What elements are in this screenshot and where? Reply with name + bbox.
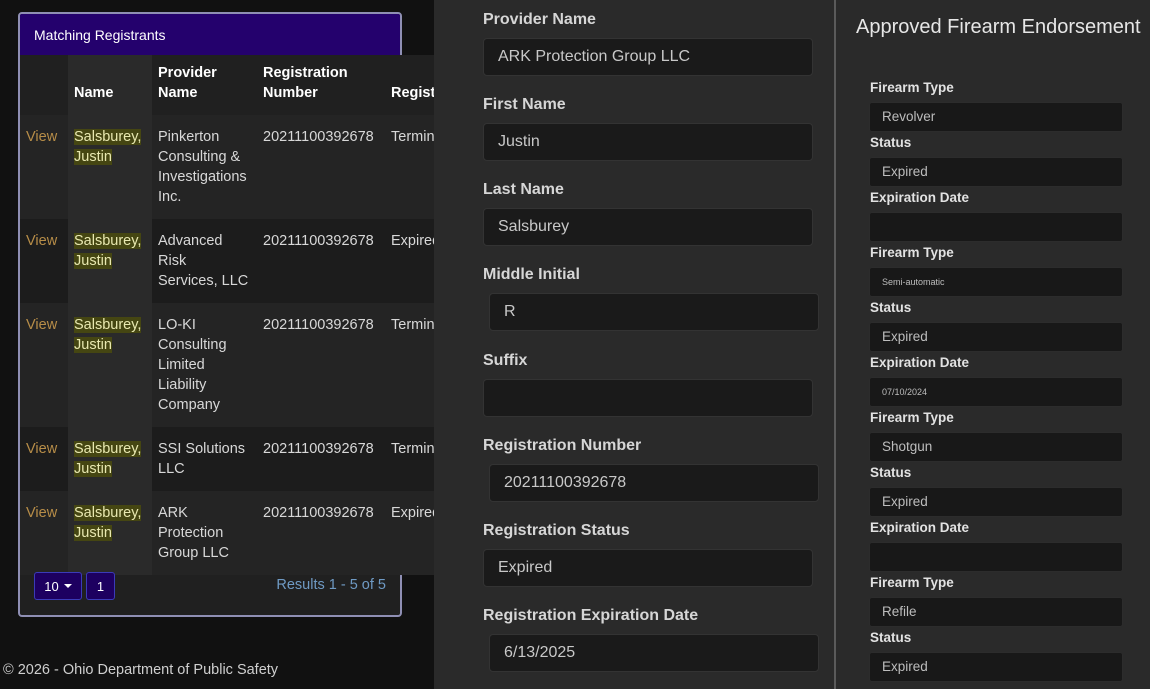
firearm-type-label: Firearm Type (870, 410, 954, 425)
status-field[interactable]: Expired (869, 157, 1123, 187)
column-header-name[interactable]: Name (68, 55, 152, 115)
status-field[interactable]: Expired (869, 322, 1123, 352)
panel-title: Matching Registrants (20, 14, 400, 55)
provider-name: SSI Solutions LLC (152, 427, 257, 491)
provider-name-label: Provider Name (483, 11, 596, 28)
registration-number-field[interactable]: 20211100392678 (489, 464, 819, 502)
status-field[interactable]: Expired (869, 487, 1123, 517)
table-header-row: Name Provider Name Registration Number R… (20, 55, 459, 115)
firearm-type-field[interactable]: Semi-automatic (869, 267, 1123, 297)
provider-name-field[interactable]: ARK Protection Group LLC (483, 38, 813, 76)
status-label: Status (870, 465, 912, 480)
provider-name: LO-KI Consulting Limited Liability Compa… (152, 303, 257, 427)
view-link[interactable]: View (26, 317, 57, 333)
view-link[interactable]: View (26, 233, 57, 249)
registration-expiration-field[interactable]: 6/13/2025 (489, 634, 819, 672)
registration-number: 20211100392678 (257, 427, 385, 491)
matching-registrants-panel: Matching Registrants Name Provider Name … (18, 12, 459, 617)
table-row: View Salsburey, Justin Advanced Risk Ser… (20, 219, 459, 303)
registration-expiration-label: Registration Expiration Date (483, 607, 699, 624)
suffix-field[interactable] (483, 379, 813, 417)
provider-name: Advanced Risk Services, LLC (152, 219, 257, 303)
registrants-table: Name Provider Name Registration Number R… (20, 55, 459, 575)
status-label: Status (870, 630, 912, 645)
last-name-field[interactable]: Salsburey (483, 208, 813, 246)
firearm-type-field[interactable]: Refile (869, 597, 1123, 627)
page-size-dropdown[interactable]: 10 (34, 572, 82, 600)
expiration-date-label: Expiration Date (870, 355, 970, 370)
middle-initial-field[interactable]: R (489, 293, 819, 331)
table-row: View Salsburey, Justin ARK Protection Gr… (20, 491, 459, 575)
registrant-name: Salsburey, Justin (74, 505, 142, 541)
table-row: View Salsburey, Justin SSI Solutions LLC… (20, 427, 459, 491)
table-wrap: Name Provider Name Registration Number R… (20, 55, 459, 575)
table-row: View Salsburey, Justin Pinkerton Consult… (20, 115, 459, 219)
registration-number: 20211100392678 (257, 491, 385, 575)
expiration-date-field[interactable] (869, 542, 1123, 572)
first-name-label: First Name (483, 96, 566, 113)
results-count: Results 1 - 5 of 5 (276, 577, 386, 593)
table-row: View Salsburey, Justin LO-KI Consulting … (20, 303, 459, 427)
firearm-endorsement-panel: Approved Firearm Endorsement Firearm Typ… (836, 0, 1150, 689)
provider-name: Pinkerton Consulting & Investigations In… (152, 115, 257, 219)
registration-status-field[interactable]: Expired (483, 549, 813, 587)
view-link[interactable]: View (26, 129, 57, 145)
firearm-type-label: Firearm Type (870, 575, 954, 590)
column-header-provider[interactable]: Provider Name (152, 55, 257, 115)
registrant-name: Salsburey, Justin (74, 317, 142, 353)
firearm-type-label: Firearm Type (870, 245, 954, 260)
page-size-value: 10 (44, 578, 59, 594)
caret-down-icon (63, 584, 72, 588)
expiration-date-label: Expiration Date (870, 190, 970, 205)
endorsement-title: Approved Firearm Endorsement (856, 16, 1141, 38)
registration-number: 20211100392678 (257, 219, 385, 303)
last-name-label: Last Name (483, 181, 564, 198)
registration-number: 20211100392678 (257, 115, 385, 219)
registration-status-label: Registration Status (483, 522, 630, 539)
provider-name: ARK Protection Group LLC (152, 491, 257, 575)
first-name-field[interactable]: Justin (483, 123, 813, 161)
status-label: Status (870, 135, 912, 150)
view-link[interactable]: View (26, 505, 57, 521)
firearm-type-label: Firearm Type (870, 80, 954, 95)
expiration-date-label: Expiration Date (870, 520, 970, 535)
registrant-name: Salsburey, Justin (74, 129, 142, 165)
registration-number-label: Registration Number (483, 437, 642, 454)
registrant-details-panel: Provider Name ARK Protection Group LLC F… (434, 0, 834, 689)
expiration-date-field[interactable]: 07/10/2024 (869, 377, 1123, 407)
footer-copyright: © 2026 - Ohio Department of Public Safet… (3, 662, 279, 678)
status-label: Status (870, 300, 912, 315)
column-header-number[interactable]: Registration Number (257, 55, 385, 115)
suffix-label: Suffix (483, 352, 528, 369)
registration-number: 20211100392678 (257, 303, 385, 427)
firearm-type-field[interactable]: Shotgun (869, 432, 1123, 462)
registrant-name: Salsburey, Justin (74, 441, 142, 477)
middle-initial-label: Middle Initial (483, 266, 580, 283)
registrant-name: Salsburey, Justin (74, 233, 142, 269)
page-button[interactable]: 1 (86, 572, 115, 600)
pagination: 10 1 (34, 572, 115, 600)
firearm-type-field[interactable]: Revolver (869, 102, 1123, 132)
expiration-date-field[interactable] (869, 212, 1123, 242)
view-link[interactable]: View (26, 441, 57, 457)
status-field[interactable]: Expired (869, 652, 1123, 682)
column-header-action (20, 55, 68, 115)
